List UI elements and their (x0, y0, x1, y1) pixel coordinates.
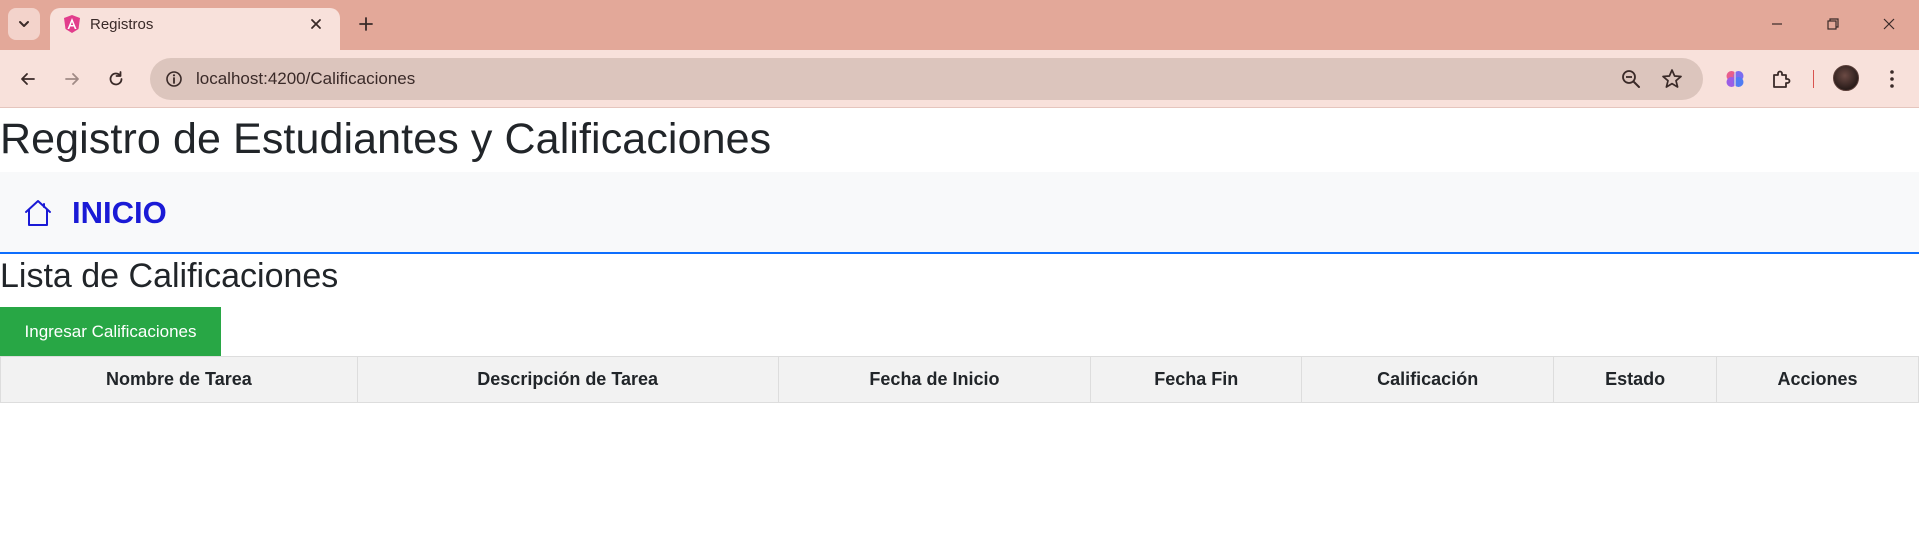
profile-avatar[interactable] (1833, 65, 1859, 91)
nav-home-label: INICIO (72, 195, 167, 230)
puzzle-icon (1773, 70, 1791, 88)
restore-icon (1827, 18, 1839, 30)
column-header: Estado (1553, 356, 1718, 403)
close-icon (311, 19, 321, 29)
back-button[interactable] (12, 63, 44, 95)
column-header: Acciones (1716, 356, 1919, 403)
table-header-row: Nombre de Tarea Descripción de Tarea Fec… (0, 356, 1919, 403)
column-header: Calificación (1301, 356, 1555, 403)
add-grades-button[interactable]: Ingresar Calificaciones (0, 307, 221, 356)
plus-icon (359, 17, 373, 31)
extension-button[interactable] (1719, 63, 1751, 95)
page-content: Registro de Estudiantes y Calificaciones… (0, 109, 1919, 541)
tab-title: Registros (90, 16, 154, 33)
url-text[interactable]: localhost:4200/Calificaciones (196, 69, 415, 89)
reload-button[interactable] (100, 63, 132, 95)
zoom-out-icon[interactable] (1620, 68, 1642, 90)
arrow-left-icon (21, 73, 35, 85)
navbar: INICIO (0, 172, 1919, 254)
column-header: Nombre de Tarea (0, 356, 358, 403)
browser-tabstrip: Registros (0, 0, 1919, 50)
site-info-button[interactable] (160, 65, 188, 93)
browser-toolbar: localhost:4200/Calificaciones (0, 50, 1919, 108)
extensions-menu-button[interactable] (1765, 63, 1797, 95)
info-icon (166, 71, 182, 87)
toolbar-divider (1813, 70, 1814, 88)
column-header: Descripción de Tarea (356, 356, 779, 403)
window-close-button[interactable] (1866, 8, 1912, 40)
column-header: Fecha Fin (1090, 356, 1303, 403)
kebab-icon (1890, 70, 1894, 88)
tab-close-button[interactable] (306, 14, 326, 34)
page-title: Registro de Estudiantes y Calificaciones (0, 115, 772, 163)
address-bar[interactable]: localhost:4200/Calificaciones (150, 58, 1703, 100)
window-minimize-button[interactable] (1754, 8, 1800, 40)
home-icon (25, 200, 51, 226)
chevron-down-icon (19, 21, 29, 27)
forward-button[interactable] (56, 63, 88, 95)
close-icon (1883, 18, 1895, 30)
section-title: Lista de Calificaciones (0, 257, 339, 295)
reload-icon (109, 71, 123, 86)
grades-table: Nombre de Tarea Descripción de Tarea Fec… (0, 356, 1919, 403)
window-restore-button[interactable] (1810, 8, 1856, 40)
minimize-icon (1772, 23, 1782, 25)
nav-home-link[interactable]: INICIO (22, 195, 167, 230)
angular-icon (64, 15, 80, 33)
tab-search-button[interactable] (8, 8, 40, 40)
star-icon[interactable] (1660, 67, 1684, 91)
arrow-right-icon (65, 73, 79, 85)
column-header: Fecha de Inicio (777, 356, 1092, 403)
browser-menu-button[interactable] (1876, 63, 1908, 95)
browser-tab-active[interactable]: Registros (50, 8, 340, 50)
brain-icon (1726, 71, 1744, 87)
new-tab-button[interactable] (352, 10, 380, 38)
